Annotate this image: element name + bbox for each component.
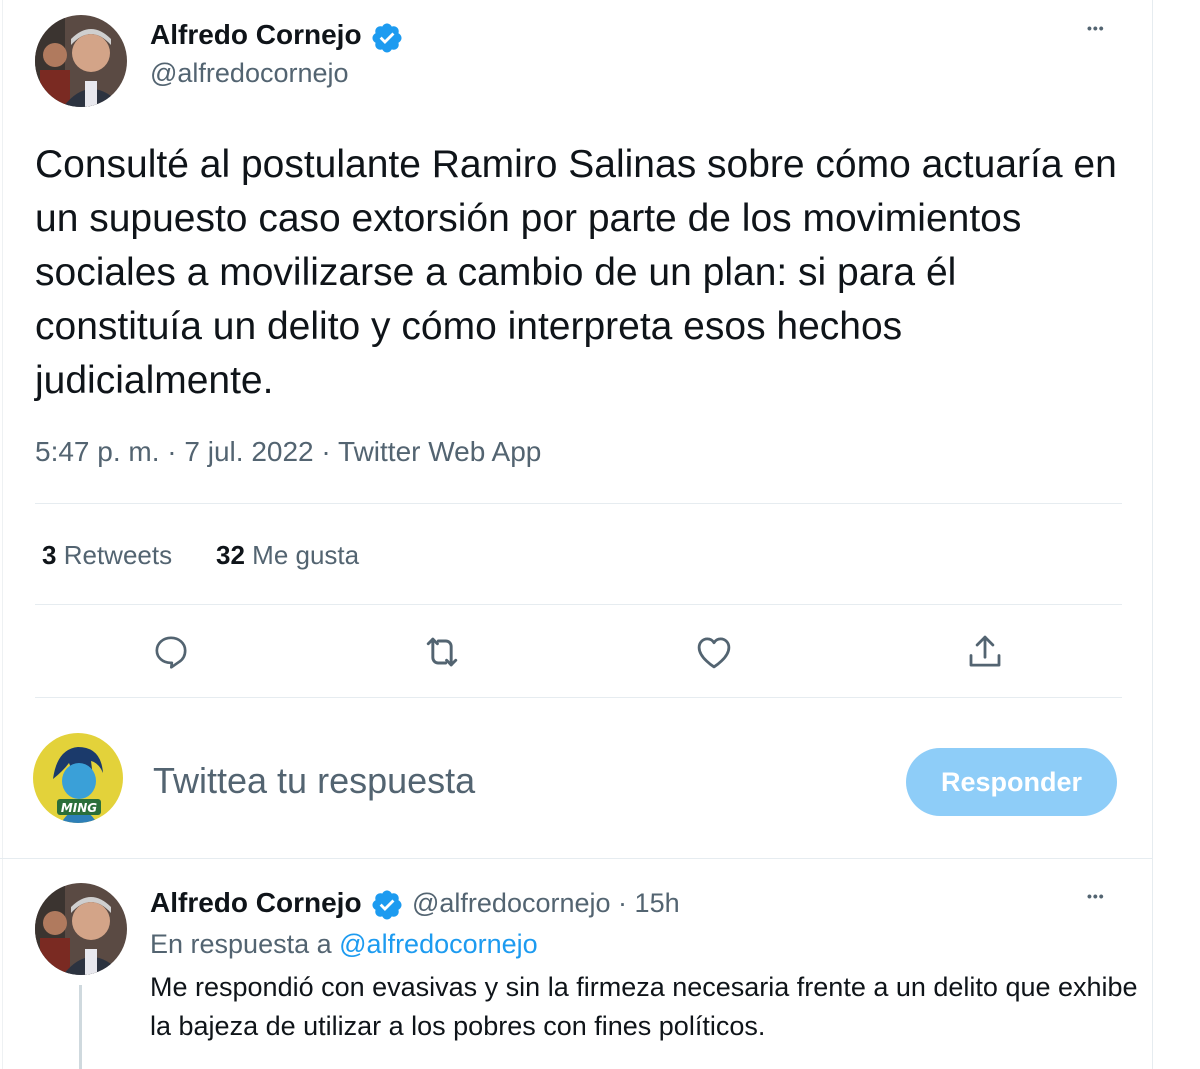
author-avatar[interactable] [35, 15, 127, 107]
divider [35, 503, 1122, 504]
heart-icon [697, 637, 731, 669]
meta-separator: · [167, 436, 185, 467]
reply-text: Me respondió con evasivas y sin la firme… [150, 972, 1138, 1041]
verified-badge-icon [372, 23, 402, 53]
likes-stat[interactable]: 32 Me gusta [216, 540, 359, 571]
divider [35, 697, 1122, 698]
divider [35, 604, 1122, 605]
frame-right-border [1152, 0, 1153, 1069]
retweet-button[interactable] [418, 628, 466, 676]
share-button[interactable] [961, 628, 1009, 676]
share-icon [969, 635, 1001, 667]
retweets-label: Retweets [63, 540, 173, 570]
reply-author-name[interactable]: Alfredo Cornejo [150, 887, 362, 919]
reply-author-avatar[interactable] [35, 883, 127, 975]
tweet-source[interactable]: Twitter Web App [338, 436, 541, 467]
meta-separator: · [321, 436, 339, 467]
reply-more-options-button[interactable]: ••• [1087, 888, 1105, 904]
reply-button[interactable] [147, 628, 195, 676]
tweet-meta: 5:47 p. m. · 7 jul. 2022 · Twitter Web A… [35, 436, 541, 468]
in-reply-to: En respuesta a @alfredocornejo [150, 929, 538, 960]
section-separator [0, 858, 1153, 859]
reply-submit-button[interactable]: Responder [906, 748, 1117, 816]
likes-count: 32 [216, 540, 245, 570]
frame-left-border [2, 0, 3, 1069]
tweet-text: Consulté al postulante Ramiro Salinas so… [35, 143, 1117, 402]
tweet-time[interactable]: 5:47 p. m. [35, 436, 160, 467]
reply-bubble-icon [155, 636, 187, 669]
more-options-button[interactable]: ••• [1087, 20, 1105, 36]
author-name[interactable]: Alfredo Cornejo [150, 19, 362, 51]
in-reply-mention-link[interactable]: @alfredocornejo [339, 929, 538, 959]
composer-avatar[interactable]: MING [33, 733, 123, 823]
likes-label: Me gusta [252, 540, 360, 570]
svg-text:MING: MING [61, 801, 97, 815]
retweet-icon [426, 637, 458, 667]
reply-age[interactable]: 15h [635, 888, 680, 918]
handle-separator: · [618, 888, 635, 918]
reply-handle-line: @alfredocornejo · 15h [412, 888, 680, 919]
verified-badge-icon [372, 890, 402, 920]
retweets-count: 3 [42, 540, 57, 570]
reply-input[interactable]: Twittea tu respuesta [153, 760, 475, 802]
in-reply-prefix: En respuesta a [150, 929, 332, 959]
author-handle[interactable]: @alfredocornejo [150, 58, 349, 89]
retweets-stat[interactable]: 3 Retweets [42, 540, 172, 571]
like-button[interactable] [690, 628, 738, 676]
reply-author-handle[interactable]: @alfredocornejo [412, 888, 611, 918]
thread-connector-line [79, 985, 82, 1069]
tweet-date[interactable]: 7 jul. 2022 [184, 436, 313, 467]
